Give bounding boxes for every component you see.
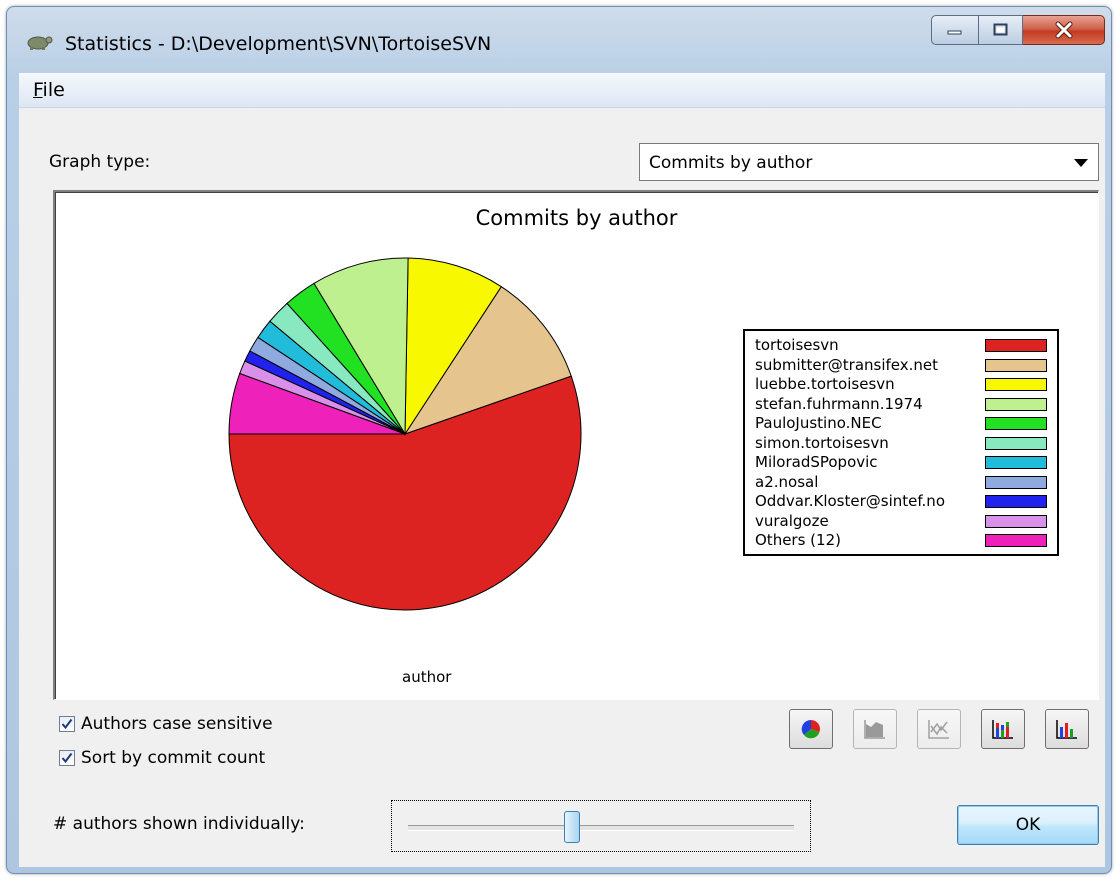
minimize-button[interactable]	[931, 15, 979, 45]
legend-entry: Oddvar.Kloster@sintef.no	[755, 493, 1057, 513]
close-icon	[1055, 21, 1072, 39]
menu-bar: File	[19, 73, 1105, 108]
legend-entry: stefan.fuhrmann.1974	[755, 394, 1057, 416]
window-title: Statistics - D:\Development\SVN\Tortoise…	[65, 33, 492, 55]
legend-label: PauloJustino.NEC	[755, 414, 882, 432]
bar-chart-button[interactable]	[1045, 709, 1089, 749]
line-chart-button[interactable]	[917, 709, 961, 749]
legend-label: simon.tortoisesvn	[755, 433, 889, 452]
pie-chart-button[interactable]	[789, 709, 833, 749]
graph-type-value: Commits by author	[649, 153, 813, 173]
legend-swatch	[985, 495, 1047, 508]
legend-label: a2.nosal	[755, 472, 819, 491]
legend-swatch	[985, 436, 1047, 450]
legend-entry: tortoisesvn	[755, 337, 1057, 357]
legend-swatch	[985, 475, 1047, 489]
stacked-bar-chart-button[interactable]	[981, 709, 1025, 749]
pie-chart-icon	[801, 719, 821, 739]
legend-entry: simon.tortoisesvn	[755, 433, 1057, 455]
menu-file-label: ile	[42, 79, 65, 101]
legend-entry: Others (12)	[755, 532, 1057, 552]
minimize-icon	[947, 30, 962, 35]
legend-label: Oddvar.Kloster@sintef.no	[755, 492, 945, 510]
authors-shown-slider[interactable]	[391, 800, 811, 852]
chart-area: Commits by author author tortoisesvn subm…	[53, 190, 1099, 700]
legend-swatch	[985, 378, 1047, 391]
maximize-button[interactable]	[979, 15, 1023, 45]
authors-case-sensitive-label: Authors case sensitive	[81, 714, 273, 734]
checkbox-checked-icon	[59, 716, 75, 732]
ok-button[interactable]: OK	[957, 805, 1099, 845]
stacked-bar-chart-icon	[992, 720, 1013, 739]
legend-swatch	[985, 456, 1047, 469]
legend-swatch	[985, 514, 1047, 528]
legend-label: Others (12)	[755, 531, 841, 549]
authors-shown-label: # authors shown individually:	[53, 814, 305, 834]
legend-label: tortoisesvn	[755, 336, 839, 354]
chart-x-label: author	[402, 668, 452, 686]
close-button[interactable]	[1023, 15, 1105, 45]
checkbox-checked-icon	[59, 750, 75, 766]
legend-label: vuralgoze	[755, 511, 829, 530]
legend-entry: a2.nosal	[755, 472, 1057, 494]
sort-by-commit-count-label: Sort by commit count	[81, 748, 266, 768]
legend-label: luebbe.tortoisesvn	[755, 375, 895, 393]
legend-swatch	[985, 417, 1047, 430]
menu-file-mnemonic: F	[33, 79, 43, 101]
slider-thumb[interactable]	[564, 811, 581, 843]
maximize-icon	[993, 23, 1007, 36]
authors-case-sensitive-checkbox[interactable]: Authors case sensitive	[59, 714, 273, 734]
line-chart-icon	[928, 720, 949, 739]
pie-chart	[228, 257, 582, 611]
area-chart-icon	[864, 720, 885, 739]
legend-swatch	[985, 358, 1047, 372]
legend-entry: vuralgoze	[755, 511, 1057, 533]
chevron-down-icon	[1074, 159, 1088, 167]
legend-swatch	[985, 339, 1047, 352]
area-chart-button[interactable]	[853, 709, 897, 749]
statistics-window: Statistics - D:\Development\SVN\Tortoise…	[6, 6, 1112, 874]
legend-label: submitter@transifex.net	[755, 355, 939, 374]
legend-swatch	[985, 534, 1047, 547]
chart-legend: tortoisesvn submitter@transifex.net luebbe…	[743, 329, 1059, 556]
legend-entry: PauloJustino.NEC	[755, 415, 1057, 435]
legend-entry: luebbe.tortoisesvn	[755, 376, 1057, 396]
sort-by-commit-count-checkbox[interactable]: Sort by commit count	[59, 748, 265, 768]
tortoise-app-icon	[27, 36, 53, 50]
slider-track	[408, 825, 794, 831]
legend-label: stefan.fuhrmann.1974	[755, 394, 923, 413]
legend-entry: MiloradSPopovic	[755, 454, 1057, 474]
graph-type-select[interactable]: Commits by author	[639, 143, 1099, 181]
bar-chart-icon	[1056, 720, 1077, 739]
legend-swatch	[985, 397, 1047, 411]
menu-file[interactable]: File	[33, 79, 65, 101]
title-bar[interactable]: Statistics - D:\Development\SVN\Tortoise…	[7, 7, 1111, 69]
dialog-client: Graph type: Commits by author Commits by…	[19, 108, 1105, 867]
legend-label: MiloradSPopovic	[755, 453, 878, 471]
graph-type-label: Graph type:	[49, 152, 151, 172]
legend-entry: submitter@transifex.net	[755, 355, 1057, 377]
